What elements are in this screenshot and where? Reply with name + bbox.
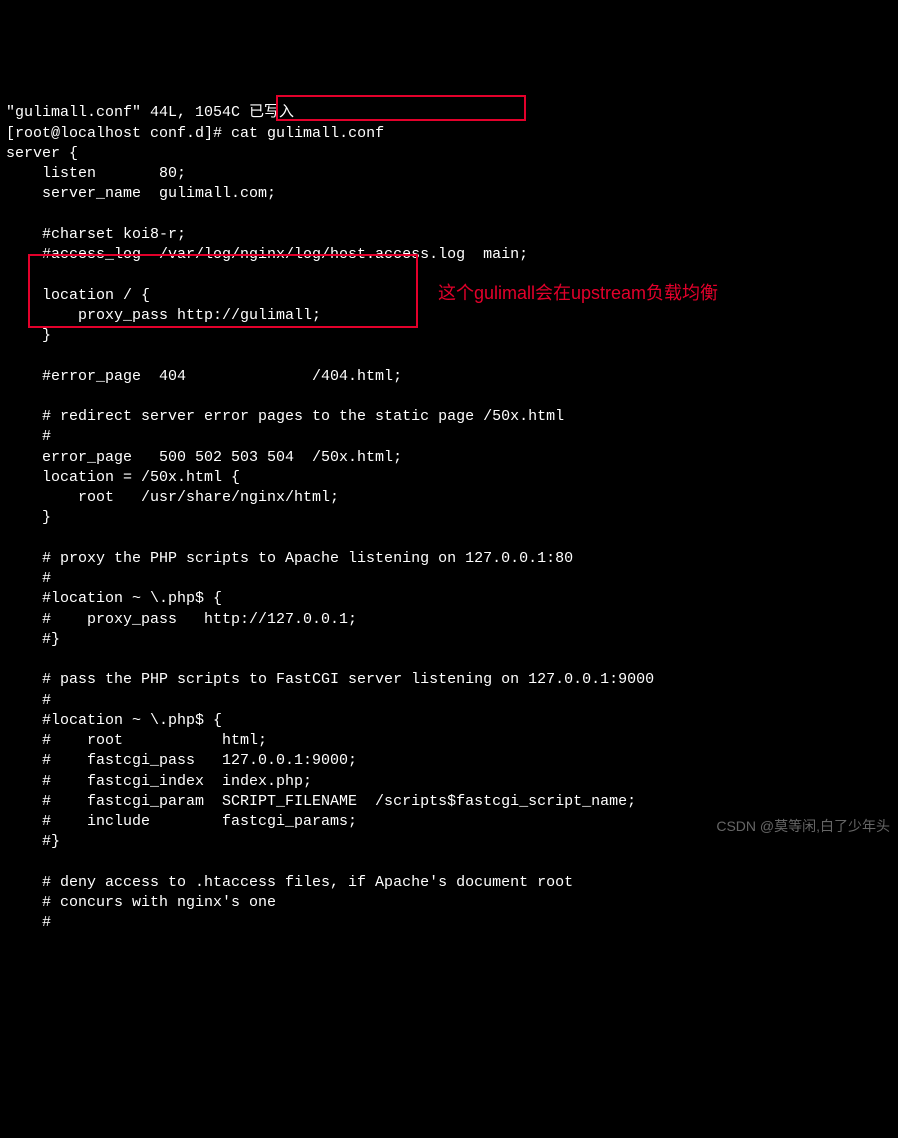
status-line: "gulimall.conf" 44L, 1054C 已写入	[6, 104, 294, 121]
config-line: #location ~ \.php$ {	[6, 590, 222, 607]
config-line: error_page 500 502 503 504 /50x.html;	[6, 449, 402, 466]
config-line: server {	[6, 145, 78, 162]
config-line: }	[6, 509, 51, 526]
config-line: location / {	[6, 287, 150, 304]
config-line: location = /50x.html {	[6, 469, 240, 486]
config-line: # deny access to .htaccess files, if Apa…	[6, 874, 573, 891]
config-line: proxy_pass http://gulimall;	[6, 307, 321, 324]
config-line: # proxy_pass http://127.0.0.1;	[6, 611, 357, 628]
config-line: # fastcgi_index index.php;	[6, 773, 312, 790]
command-text: cat gulimall.conf	[231, 125, 384, 142]
config-line: }	[6, 327, 51, 344]
config-line: #}	[6, 631, 60, 648]
config-line: # concurs with nginx's one	[6, 894, 276, 911]
config-line: # pass the PHP scripts to FastCGI server…	[6, 671, 654, 688]
config-line: server_name gulimall.com;	[6, 185, 276, 202]
config-line: # fastcgi_param SCRIPT_FILENAME /scripts…	[6, 793, 636, 810]
watermark-text: CSDN @莫等闲,白了少年头	[716, 817, 890, 836]
config-line: #	[6, 914, 51, 931]
config-line: #}	[6, 833, 60, 850]
config-line: #charset koi8-r;	[6, 226, 186, 243]
config-line: #	[6, 428, 51, 445]
config-line: #error_page 404 /404.html;	[6, 368, 402, 385]
config-line: # include fastcgi_params;	[6, 813, 357, 830]
config-line: # redirect server error pages to the sta…	[6, 408, 564, 425]
config-line: # root html;	[6, 732, 267, 749]
config-line: #access_log /var/log/nginx/log/host.acce…	[6, 246, 528, 263]
shell-prompt: [root@localhost conf.d]#	[6, 125, 231, 142]
config-line: #	[6, 692, 51, 709]
terminal-output[interactable]: "gulimall.conf" 44L, 1054C 已写入 [root@loc…	[0, 81, 898, 996]
annotation-text: 这个gulimall会在upstream负载均衡	[438, 281, 718, 305]
highlight-box-command	[276, 95, 526, 121]
config-line: root /usr/share/nginx/html;	[6, 489, 339, 506]
config-line: # proxy the PHP scripts to Apache listen…	[6, 550, 573, 567]
config-line: #location ~ \.php$ {	[6, 712, 222, 729]
config-line: listen 80;	[6, 165, 186, 182]
config-line: #	[6, 570, 51, 587]
config-line: # fastcgi_pass 127.0.0.1:9000;	[6, 752, 357, 769]
